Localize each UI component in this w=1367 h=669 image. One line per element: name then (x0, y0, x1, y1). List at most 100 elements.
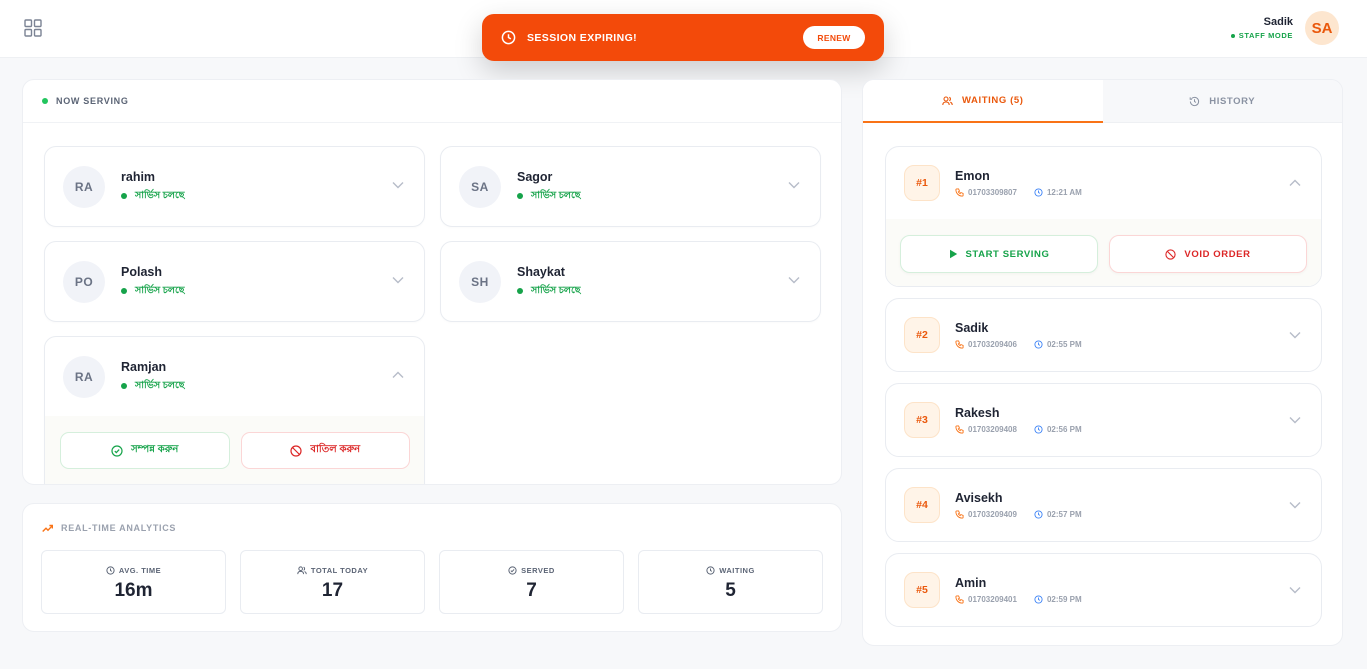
now-serving-panel: NOW SERVING RA rahim সার্ভিস চলছে SA Sag… (22, 79, 842, 485)
chevron-up-icon[interactable] (392, 371, 404, 379)
stat-total-today: TOTAL TODAY 17 (240, 550, 425, 614)
serving-customer-card[interactable]: RA rahim সার্ভিস চলছে (44, 146, 425, 227)
stat-value: 5 (725, 580, 736, 601)
queue-meta: 01703209409 02:57 PM (955, 510, 1082, 519)
queue-number: #1 (904, 165, 940, 201)
queue-customer-name: Sadik (955, 321, 989, 335)
start-serving-button[interactable]: START SERVING (900, 235, 1098, 273)
status-dot-icon (121, 193, 127, 199)
clock-icon (1034, 595, 1043, 604)
service-status: সার্ভিস চলছে (121, 379, 185, 394)
chevron-down-icon[interactable] (1289, 416, 1301, 424)
cancel-button[interactable]: বাতিল করুন (240, 432, 410, 469)
toast-message: SESSION EXPIRING! (527, 31, 638, 44)
stat-waiting: WAITING 5 (638, 550, 823, 614)
ban-icon (290, 444, 302, 457)
queue-item-expanded[interactable]: #1 Emon 01703309807 12:21 AM START SERVI… (885, 146, 1322, 287)
queue-meta: 01703209401 02:59 PM (955, 595, 1082, 604)
service-status: সার্ভিস চলছে (517, 284, 581, 299)
avatar: SA (459, 165, 501, 208)
analytics-header: REAL-TIME ANALYTICS (23, 504, 841, 533)
queue-item[interactable]: #5 Amin 01703209401 02:59 PM (885, 553, 1322, 627)
chevron-down-icon[interactable] (788, 181, 800, 189)
panel-title: NOW SERVING (56, 96, 129, 106)
chevron-down-icon[interactable] (1289, 501, 1301, 509)
queue-customer-name: Amin (955, 576, 987, 590)
avatar: RA (63, 355, 105, 398)
queue-item[interactable]: #4 Avisekh 01703209409 02:57 PM (885, 468, 1322, 542)
void-order-button[interactable]: VOID ORDER (1109, 235, 1307, 273)
user-info: Sadik STAFF MODE (1230, 16, 1293, 40)
clock-icon (1034, 340, 1043, 349)
users-icon (297, 566, 307, 575)
service-status: সার্ভিস চলছে (121, 189, 185, 204)
chevron-down-icon[interactable] (788, 276, 800, 284)
serving-actions: সম্পন্ন করুন বাতিল করুন (45, 416, 424, 484)
queue-number: #4 (904, 487, 940, 523)
customer-name: Shaykat (517, 264, 565, 279)
queue-number: #5 (904, 572, 940, 608)
queue-number: #2 (904, 317, 940, 353)
serving-customer-card-expanded[interactable]: RA Ramjan সার্ভিস চলছে সম্পন্ন করুন বাতি… (44, 336, 425, 484)
clock-icon (501, 30, 516, 45)
queue-item[interactable]: #3 Rakesh 01703209408 02:56 PM (885, 383, 1322, 457)
customer-name: Ramjan (121, 359, 167, 374)
queue-customer-name: Rakesh (955, 406, 1000, 420)
tab-history[interactable]: HISTORY (1102, 80, 1342, 123)
clock-icon (1034, 188, 1043, 197)
renew-button[interactable]: RENEW (803, 26, 865, 49)
chevron-down-icon[interactable] (392, 276, 404, 284)
status-dot-icon (517, 288, 523, 294)
avatar: RA (63, 165, 105, 208)
queue-customer-name: Emon (955, 169, 990, 183)
clock-icon (106, 566, 115, 575)
stat-value: 7 (526, 580, 537, 601)
chevron-down-icon[interactable] (1289, 331, 1301, 339)
customer-name: rahim (121, 169, 156, 184)
play-icon (949, 249, 957, 259)
ban-icon (1165, 248, 1177, 260)
session-expiring-toast: SESSION EXPIRING! RENEW (482, 14, 884, 61)
queue-customer-name: Avisekh (955, 491, 1003, 505)
service-status: সার্ভিস চলছে (517, 189, 581, 204)
phone-icon (955, 425, 964, 434)
chevron-up-icon[interactable] (1289, 179, 1301, 187)
check-circle-icon (508, 566, 517, 575)
customer-name: Polash (121, 264, 162, 279)
serving-customer-card[interactable]: PO Polash সার্ভিস চলছে (44, 241, 425, 322)
avatar: PO (63, 260, 105, 303)
stat-value: 17 (321, 580, 344, 601)
user-mode-badge: STAFF MODE (1230, 31, 1293, 40)
serving-customer-card[interactable]: SA Sagor সার্ভিস চলছে (440, 146, 821, 227)
grid-menu-icon[interactable] (24, 19, 42, 37)
avatar: SH (459, 260, 501, 303)
analytics-title: REAL-TIME ANALYTICS (61, 523, 177, 533)
chevron-down-icon[interactable] (1289, 586, 1301, 594)
complete-button[interactable]: সম্পন্ন করুন (60, 432, 230, 469)
phone-icon (955, 510, 964, 519)
queue-panel: WAITING (5) HISTORY #1 Emon 01703309807 … (862, 79, 1343, 646)
status-dot-icon (517, 193, 523, 199)
queue-tabs: WAITING (5) HISTORY (863, 80, 1342, 123)
queue-item[interactable]: #2 Sadik 01703209406 02:55 PM (885, 298, 1322, 372)
status-dot-icon (1230, 33, 1235, 38)
queue-number: #3 (904, 402, 940, 438)
user-avatar[interactable]: SA (1305, 11, 1339, 45)
chevron-down-icon[interactable] (392, 181, 404, 189)
queue-meta: 01703309807 12:21 AM (955, 188, 1082, 197)
realtime-analytics-panel: REAL-TIME ANALYTICS AVG. TIME 16m TOTAL … (22, 503, 842, 632)
check-circle-icon (111, 444, 123, 457)
stat-value: 16m (114, 580, 153, 601)
status-dot-icon (121, 383, 127, 389)
phone-icon (955, 595, 964, 604)
tab-waiting[interactable]: WAITING (5) (863, 80, 1103, 123)
history-icon (1189, 96, 1200, 106)
now-serving-header: NOW SERVING (23, 80, 841, 123)
queue-meta: 01703209406 02:55 PM (955, 340, 1082, 349)
trending-up-icon (42, 524, 53, 532)
status-dot-icon (121, 288, 127, 294)
clock-icon (706, 566, 715, 575)
live-dot-icon (42, 98, 48, 104)
serving-customer-card[interactable]: SH Shaykat সার্ভিস চলছে (440, 241, 821, 322)
users-icon (942, 95, 953, 105)
